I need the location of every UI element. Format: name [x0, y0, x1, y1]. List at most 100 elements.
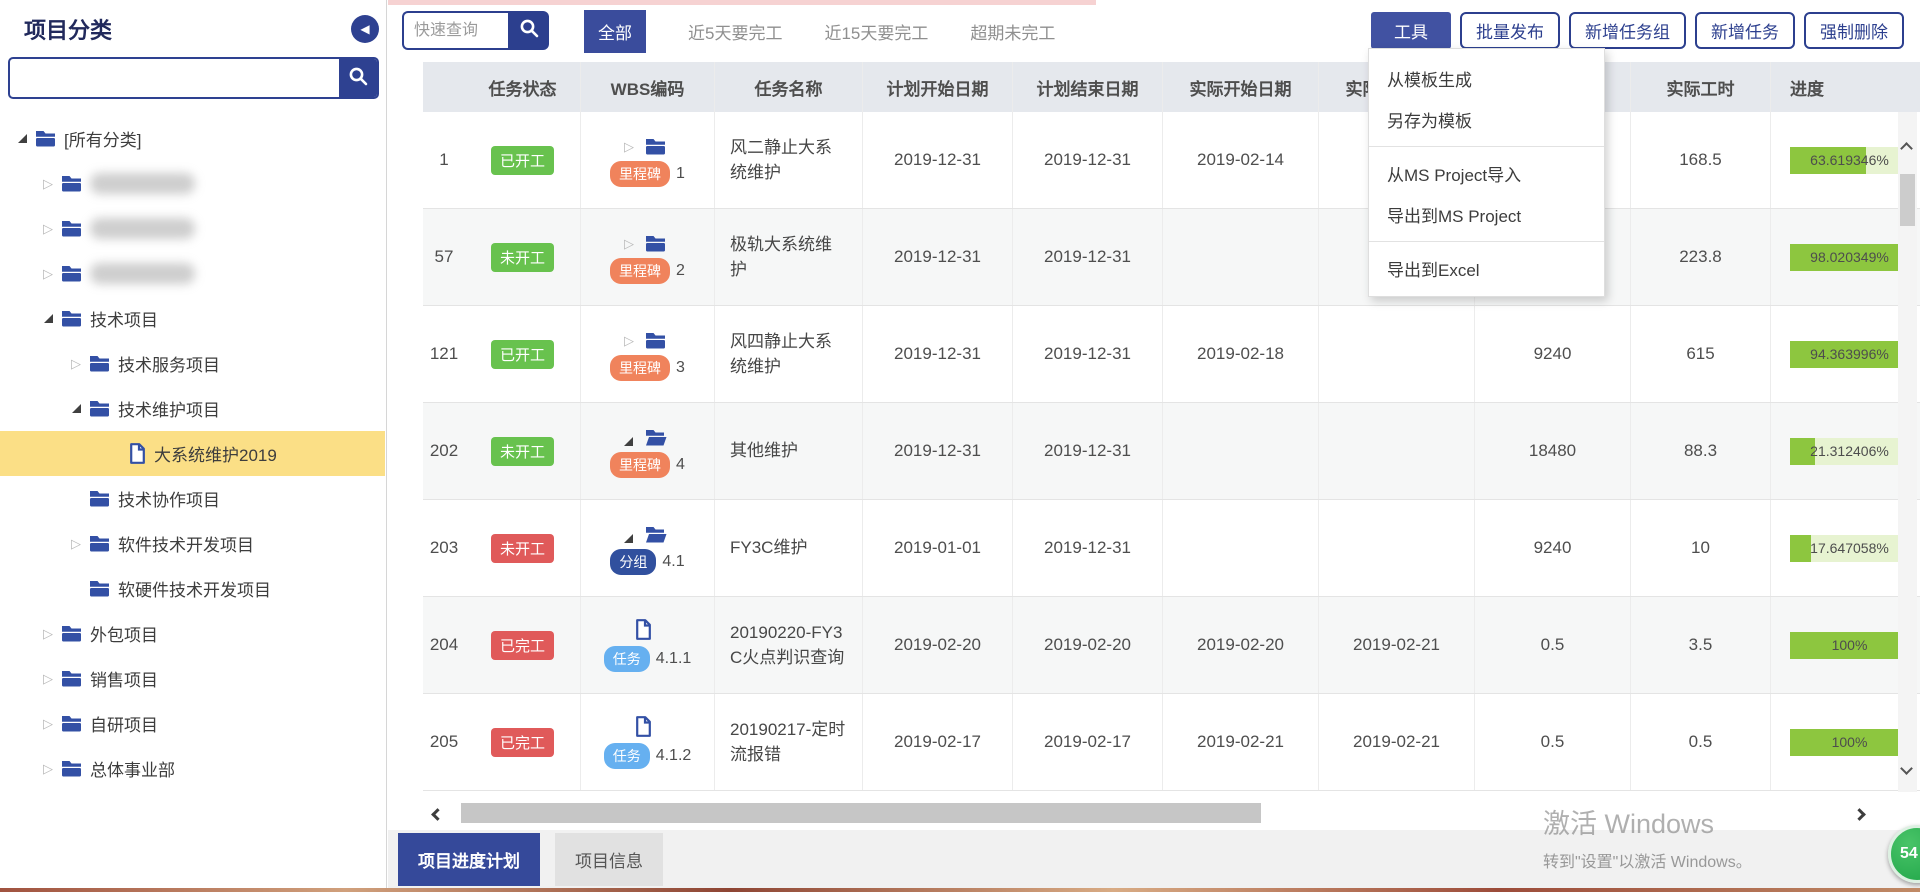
expand-arrow-icon[interactable]: ▷: [621, 139, 637, 155]
progress-value: 21.312406%: [1790, 438, 1909, 465]
table-row[interactable]: 1已开工▷里程碑1风二静止大系统维护2019-12-312019-12-3120…: [423, 112, 1920, 209]
tree-item-12[interactable]: ▷ 销售项目: [0, 656, 385, 701]
tree-item-label: 技术维护项目: [118, 396, 220, 421]
tree-item-label: 技术协作项目: [118, 486, 220, 511]
tree-item-1[interactable]: ▷: [0, 161, 385, 206]
wbs-badge-line: 任务4.1.1: [604, 646, 692, 672]
batch-publish-button[interactable]: 批量发布: [1460, 12, 1560, 49]
sidebar-search-input[interactable]: [10, 59, 339, 97]
tree-item-2[interactable]: ▷: [0, 206, 385, 251]
add-task-group-button[interactable]: 新增任务组: [1569, 12, 1686, 49]
expand-arrow-icon[interactable]: ▷: [68, 356, 84, 372]
table-row[interactable]: 57未开工▷里程碑2极轨大系统维护2019-12-312019-12-31184…: [423, 209, 1920, 306]
table-row[interactable]: 203未开工分组4.1FY3C维护2019-01-012019-12-31924…: [423, 500, 1920, 597]
force-delete-button[interactable]: 强制删除: [1804, 12, 1904, 49]
filter-tab-3[interactable]: 超期未完工: [970, 19, 1055, 44]
wbs-code-cell: ▷ 里程碑1: [581, 112, 715, 208]
horizontal-scrollbar[interactable]: [423, 800, 1885, 826]
collapse-arrow-icon[interactable]: [621, 437, 637, 446]
folder-open-icon: [645, 526, 667, 543]
wbs-code-cell: ▷里程碑3: [581, 306, 715, 402]
table-row[interactable]: 205已完工任务4.1.220190217-定时流报错2019-02-17201…: [423, 694, 1920, 791]
wbs-node: ▷里程碑3: [610, 327, 685, 381]
table-row[interactable]: 202未开工里程碑4其他维护2019-12-312019-12-31184808…: [423, 403, 1920, 500]
search-icon: [348, 66, 368, 91]
actual-start-cell: [1163, 403, 1319, 499]
scroll-right-icon[interactable]: [1855, 806, 1864, 824]
folder-icon: [89, 355, 110, 372]
expand-arrow-icon[interactable]: ▷: [621, 333, 637, 349]
progress-value: 63.619346%: [1790, 147, 1909, 174]
plan-end-cell: 2019-12-31: [1013, 306, 1163, 402]
tree-item-6[interactable]: 技术维护项目: [0, 386, 385, 431]
scroll-left-icon[interactable]: [433, 806, 442, 824]
scroll-down-icon[interactable]: [1902, 760, 1911, 778]
column-header-wbs-code: WBS编码: [581, 62, 715, 112]
expand-arrow-icon[interactable]: ▷: [40, 761, 56, 777]
filter-tab-2[interactable]: 近15天要完工: [824, 19, 928, 44]
tree-item-14[interactable]: ▷总体事业部: [0, 746, 385, 791]
bottom-tab-0[interactable]: 项目进度计划: [398, 833, 540, 886]
filter-tab-0[interactable]: 全部: [584, 10, 646, 53]
plan-end-cell: 2019-12-31: [1013, 209, 1163, 305]
menu-item[interactable]: 另存为模板: [1369, 99, 1604, 140]
quick-search-input[interactable]: [402, 11, 508, 50]
expand-arrow-icon[interactable]: ▷: [40, 716, 56, 732]
status-badge: 未开工: [491, 437, 554, 466]
tree-item-4[interactable]: 技术项目: [0, 296, 385, 341]
collapse-arrow-icon[interactable]: [621, 534, 637, 543]
tree-item-10[interactable]: 软硬件技术开发项目: [0, 566, 385, 611]
menu-divider: [1369, 146, 1604, 147]
expand-arrow-icon[interactable]: ▷: [40, 626, 56, 642]
tree-item-8[interactable]: 技术协作项目: [0, 476, 385, 521]
menu-item[interactable]: 导出到MS Project: [1369, 194, 1604, 235]
table-row[interactable]: 121已开工▷里程碑3风四静止大系统维护2019-12-312019-12-31…: [423, 306, 1920, 403]
quick-search-button[interactable]: [508, 11, 549, 50]
add-task-button[interactable]: 新增任务: [1695, 12, 1795, 49]
horizontal-scrollbar-thumb[interactable]: [461, 803, 1261, 823]
tree-item-5[interactable]: ▷技术服务项目: [0, 341, 385, 386]
tree-item-9[interactable]: ▷软件技术开发项目: [0, 521, 385, 566]
vertical-scrollbar[interactable]: [1898, 112, 1917, 792]
progress-value: 100%: [1790, 632, 1909, 659]
sidebar-collapse-button[interactable]: ◀: [351, 15, 379, 43]
tools-button[interactable]: 工具: [1371, 12, 1451, 49]
expand-arrow-icon[interactable]: ▷: [40, 266, 56, 282]
wbs-code-value: 2: [676, 262, 685, 280]
filter-tab-1[interactable]: 近5天要完工: [688, 19, 782, 44]
wbs-node: ▷ 里程碑1: [610, 133, 685, 187]
wbs-code-cell: ▷里程碑2: [581, 209, 715, 305]
tree-item-0[interactable]: [所有分类]: [0, 116, 385, 161]
collapse-arrow-icon[interactable]: [40, 314, 56, 323]
task-status-cell: 未开工: [465, 209, 581, 305]
sidebar-search-button[interactable]: [339, 59, 377, 97]
tree-item-7[interactable]: 大系统维护2019: [0, 431, 385, 476]
actual-hours-cell: 223.8: [1631, 209, 1771, 305]
tree-item-13[interactable]: ▷自研项目: [0, 701, 385, 746]
scroll-up-icon[interactable]: [1902, 140, 1911, 158]
file-icon: [635, 619, 652, 640]
expand-arrow-icon[interactable]: ▷: [40, 176, 56, 192]
collapse-arrow-icon[interactable]: [14, 134, 30, 143]
menu-item[interactable]: 导出到Excel: [1369, 248, 1604, 289]
tree-item-3[interactable]: ▷: [0, 251, 385, 296]
tree-item-11[interactable]: ▷外包项目: [0, 611, 385, 656]
expand-arrow-icon[interactable]: ▷: [40, 221, 56, 237]
collapse-arrow-icon[interactable]: [68, 404, 84, 413]
plan-start-cell: 2019-01-01: [863, 500, 1013, 596]
expand-arrow-icon[interactable]: ▷: [68, 536, 84, 552]
wbs-badge-line: 里程碑1: [610, 161, 685, 187]
menu-item[interactable]: 从模板生成: [1369, 58, 1604, 99]
menu-item[interactable]: 从MS Project导入: [1369, 153, 1604, 194]
expand-arrow-icon[interactable]: ▷: [621, 236, 637, 252]
folder-icon: [61, 670, 82, 687]
vertical-scrollbar-thumb[interactable]: [1900, 174, 1915, 226]
table-row[interactable]: 204已完工任务4.1.120190220-FY3C火点判识查询2019-02-…: [423, 597, 1920, 694]
progress-value: 100%: [1790, 729, 1909, 756]
tree-item-label: 销售项目: [90, 666, 158, 691]
bottom-tab-1[interactable]: 项目信息: [555, 833, 663, 886]
progress-value: 94.363996%: [1790, 341, 1909, 368]
column-header-actual-start-date: 实际开始日期: [1163, 62, 1319, 112]
quick-search: [402, 11, 549, 50]
expand-arrow-icon[interactable]: ▷: [40, 671, 56, 687]
